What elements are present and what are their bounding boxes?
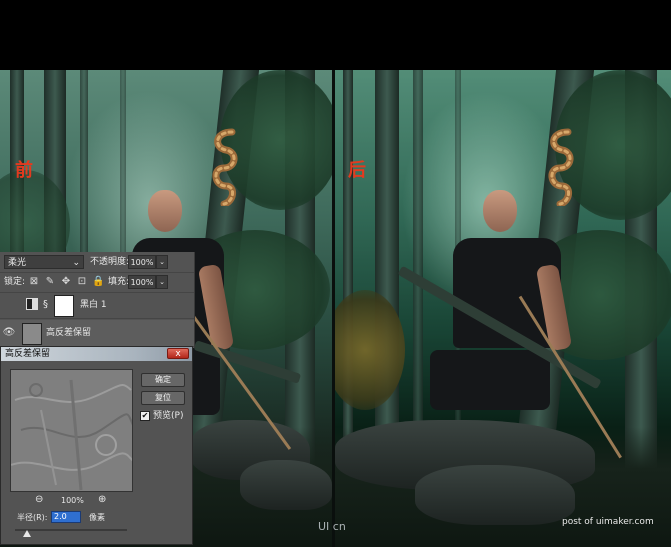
eye-icon[interactable]: 👁 (2, 326, 16, 340)
preview-checkbox[interactable]: ✔ (140, 411, 150, 421)
blend-mode-value: 柔光 (8, 258, 27, 268)
layers-panel: 柔光 ⌄ 不透明度: 100% ⌄ 锁定: ⊠ ✎ ✥ ⊡ 🔒 填充: 100%… (0, 252, 195, 348)
radius-unit: 像素 (89, 513, 105, 522)
layer-mask-thumbnail[interactable] (54, 295, 74, 317)
lock-all-icon[interactable]: 🔒 (92, 276, 104, 288)
opacity-label: 不透明度: (90, 257, 130, 267)
lock-transparent-pixels-icon[interactable]: ⊠ (28, 276, 40, 288)
radius-label: 半径(R): (17, 513, 48, 522)
man-head (483, 190, 517, 232)
fill-input[interactable]: 100% (128, 275, 156, 289)
artboard-nesting-icon[interactable]: ⊡ (76, 276, 88, 288)
layer-row-black-white[interactable]: § 黑白 1 (0, 292, 194, 319)
ok-button[interactable]: 确定 (141, 373, 185, 387)
visibility-toggle-empty[interactable] (2, 298, 16, 312)
watermark-logo: UI cn (318, 520, 346, 533)
preview-label: 预览(P) (153, 411, 184, 421)
before-label: 前 (15, 160, 33, 181)
zoom-out-icon[interactable]: ⊖ (35, 494, 43, 506)
layer-thumbnail[interactable] (22, 323, 42, 345)
close-button[interactable]: x (167, 348, 189, 359)
zoom-in-icon[interactable]: ⊕ (98, 494, 106, 506)
opacity-dropdown-button[interactable]: ⌄ (156, 255, 168, 269)
after-photo: 后 (335, 70, 671, 547)
black-white-adjustment-icon (26, 298, 38, 310)
fill-label: 填充: (108, 277, 130, 287)
blend-opacity-row: 柔光 ⌄ 不透明度: 100% ⌄ (0, 252, 194, 273)
lock-position-icon[interactable]: ✥ (60, 276, 72, 288)
snake-illustration (548, 128, 574, 206)
fill-dropdown-button[interactable]: ⌄ (156, 275, 168, 289)
radius-input[interactable]: 2.0 (51, 511, 81, 523)
man-head (148, 190, 182, 232)
filter-preview[interactable] (10, 369, 133, 492)
lock-fill-row: 锁定: ⊠ ✎ ✥ ⊡ 🔒 填充: 100% ⌄ (0, 272, 194, 293)
chevron-down-icon: ⌄ (72, 258, 80, 268)
layer-name: 高反差保留 (46, 328, 92, 338)
lock-image-pixels-icon[interactable]: ✎ (44, 276, 56, 288)
zoom-value: 100% (61, 496, 84, 505)
rock (415, 465, 575, 525)
snake-illustration (212, 128, 238, 206)
top-black-band (0, 0, 671, 70)
blend-mode-select[interactable]: 柔光 ⌄ (4, 255, 84, 269)
reset-button[interactable]: 复位 (141, 391, 185, 405)
radius-slider-track[interactable] (15, 529, 127, 531)
link-icon[interactable]: § (43, 298, 48, 312)
radius-slider-handle[interactable] (23, 530, 31, 537)
high-pass-preview-texture (11, 370, 132, 491)
rock (240, 460, 332, 510)
lock-label: 锁定: (4, 277, 26, 287)
watermark-text: post of uimaker.com (562, 517, 654, 527)
after-label: 后 (348, 160, 366, 181)
opacity-input[interactable]: 100% (128, 255, 156, 269)
layer-row-high-pass[interactable]: 👁 高反差保留 (0, 320, 194, 347)
high-pass-dialog: 高反差保留 x 确定 复位 ✔ 预览(P) ⊖ 100% ⊕ 半径(R): 2.… (0, 346, 193, 545)
dialog-titlebar[interactable]: 高反差保留 x (1, 347, 192, 361)
dialog-title: 高反差保留 (5, 349, 51, 359)
man-legs (430, 350, 550, 410)
layer-name: 黑白 1 (80, 300, 107, 310)
